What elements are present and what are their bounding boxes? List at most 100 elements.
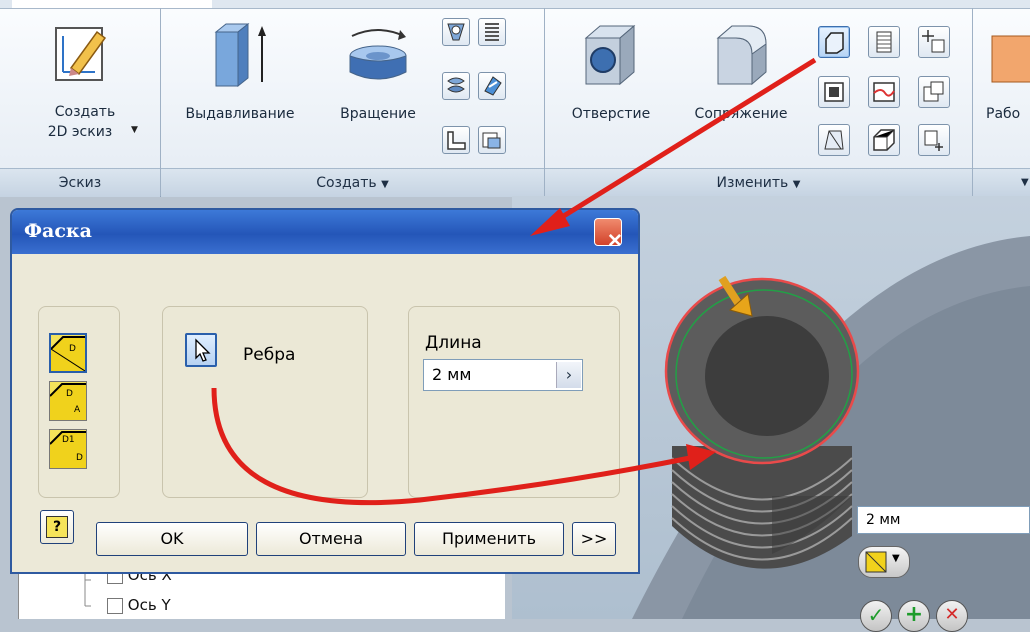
draft-icon [824, 130, 844, 150]
copy-object-button[interactable] [918, 76, 950, 108]
combine-button[interactable] [868, 124, 900, 156]
dialog-title: Фаска [24, 220, 92, 242]
coil-button[interactable] [478, 18, 506, 46]
fillet-button[interactable]: Сопряжение [672, 22, 810, 162]
sweep-button[interactable] [442, 72, 470, 100]
direct-edit-icon [924, 130, 943, 151]
move-face-button[interactable] [918, 26, 950, 58]
method-distance-button[interactable]: D [49, 333, 87, 373]
close-icon: ✕ [944, 604, 960, 625]
emboss-icon [447, 131, 466, 150]
more-options-button[interactable]: >> [572, 522, 616, 556]
ribbon: Создать 2D эскиз ▼ Эскиз Выдавливание Вр… [0, 0, 1030, 197]
mini-toolbar-cancel-button[interactable]: ✕ [936, 600, 968, 632]
chamfer-method-panel: D DA D1 D [38, 306, 120, 498]
chamfer-distance-icon: D [50, 336, 86, 372]
axis-icon [107, 597, 123, 614]
svg-text:D: D [66, 389, 73, 399]
svg-text:D: D [69, 344, 76, 354]
direct-edit-button[interactable] [918, 124, 950, 156]
chevron-down-icon: ▼ [381, 179, 389, 190]
mini-toolbar-chamfer-dropdown[interactable]: ▼ [858, 546, 910, 578]
mini-toolbar-ok-button[interactable]: ✓ [860, 600, 892, 632]
help-button[interactable]: ? [40, 510, 74, 544]
dropdown-arrow-icon: ▼ [131, 125, 138, 135]
length-panel: Длина 2 мм › [408, 306, 620, 498]
group-modify-text: Изменить [716, 175, 789, 191]
split-button[interactable] [868, 76, 900, 108]
chamfer-distance-angle-icon: DA [49, 383, 86, 420]
sweep-icon [447, 77, 465, 93]
revolve-label: Вращение [340, 106, 416, 122]
svg-text:A: A [74, 405, 81, 415]
dialog-title-bar[interactable]: Фаска ✕ [12, 210, 638, 254]
model-browser: Ось X Ось Y [18, 566, 505, 619]
help-icon: ? [46, 516, 68, 538]
split-icon [873, 82, 895, 102]
chamfer-icon [825, 32, 844, 54]
edges-select-button[interactable] [185, 333, 217, 367]
hole-button[interactable]: Отверстие [552, 22, 670, 162]
tree-item-axis-y[interactable]: Ось Y [107, 596, 171, 614]
revolve-button[interactable]: Вращение [322, 22, 434, 162]
close-icon: ✕ [607, 230, 623, 252]
hole-label: Отверстие [571, 106, 651, 122]
group-sketch-label: Эскиз [0, 168, 160, 197]
work-features-button[interactable]: Рабо [978, 22, 1030, 162]
thread-button[interactable] [868, 26, 900, 58]
apply-button[interactable]: Применить [414, 522, 564, 556]
edges-selection-panel: Ребра [162, 306, 368, 498]
create-sketch-label-2: 2D эскиз [47, 124, 113, 140]
fillet-icon [716, 25, 767, 86]
length-input[interactable]: 2 мм › [423, 359, 583, 391]
work-features-label: Рабо [986, 106, 1021, 122]
coil-icon [485, 23, 499, 41]
ok-button[interactable]: OK [96, 522, 248, 556]
rib-icon [484, 76, 502, 96]
work-plane-icon [991, 35, 1030, 83]
hole-icon [584, 24, 636, 86]
move-face-icon [922, 30, 945, 53]
ribbon-tab-strip [0, 0, 1030, 9]
mini-toolbar-length-input[interactable]: 2 мм [857, 506, 1030, 534]
chevron-down-icon: ▼ [1021, 177, 1029, 188]
group-create-label[interactable]: Создать ▼ [161, 168, 544, 197]
extrude-button[interactable]: Выдавливание [166, 22, 314, 162]
draft-button[interactable] [818, 124, 850, 156]
chamfer-dialog: Фаска ✕ D DA D1 D Ребра Длина 2 мм › ? O… [10, 208, 640, 574]
revolve-icon [349, 29, 407, 80]
cancel-button[interactable]: Отмена [256, 522, 406, 556]
tree-connector [84, 570, 91, 607]
svg-text:D1: D1 [62, 435, 75, 445]
derive-button[interactable] [478, 126, 506, 154]
extrude-icon [214, 22, 266, 88]
length-label: Длина [425, 333, 482, 353]
create-sketch-label-1: Создать [54, 104, 116, 120]
tree-item-label: Ось Y [127, 596, 171, 614]
dialog-close-button[interactable]: ✕ [594, 218, 623, 252]
chamfer-button[interactable] [818, 26, 850, 58]
shell-button[interactable] [818, 76, 850, 108]
chevron-right-icon: › [565, 365, 573, 384]
loft-button[interactable] [442, 18, 470, 46]
extrude-label: Выдавливание [185, 106, 295, 122]
cursor-arrow-icon [195, 338, 211, 362]
copy-object-icon [923, 81, 944, 102]
create-2d-sketch-button[interactable]: Создать 2D эскиз ▼ [30, 22, 140, 162]
shell-icon [824, 82, 844, 102]
length-value: 2 мм [432, 365, 472, 384]
length-options-button[interactable]: › [556, 362, 581, 388]
method-distance-angle-button[interactable]: DA [49, 381, 87, 421]
svg-text:D: D [76, 453, 83, 463]
group-modify-label[interactable]: Изменить ▼ [545, 168, 972, 197]
emboss-button[interactable] [442, 126, 470, 154]
fillet-label: Сопряжение [694, 106, 788, 122]
chevron-down-icon: ▼ [892, 553, 900, 564]
chevron-down-icon: ▼ [792, 179, 801, 190]
sketch-pencil-icon [55, 27, 107, 81]
method-two-distances-button[interactable]: D1 D [49, 429, 87, 469]
rib-button[interactable] [478, 72, 506, 100]
group-work-label[interactable]: ▼ [973, 168, 1030, 197]
combine-icon [873, 129, 895, 151]
mini-toolbar-apply-button[interactable]: + [898, 600, 930, 632]
